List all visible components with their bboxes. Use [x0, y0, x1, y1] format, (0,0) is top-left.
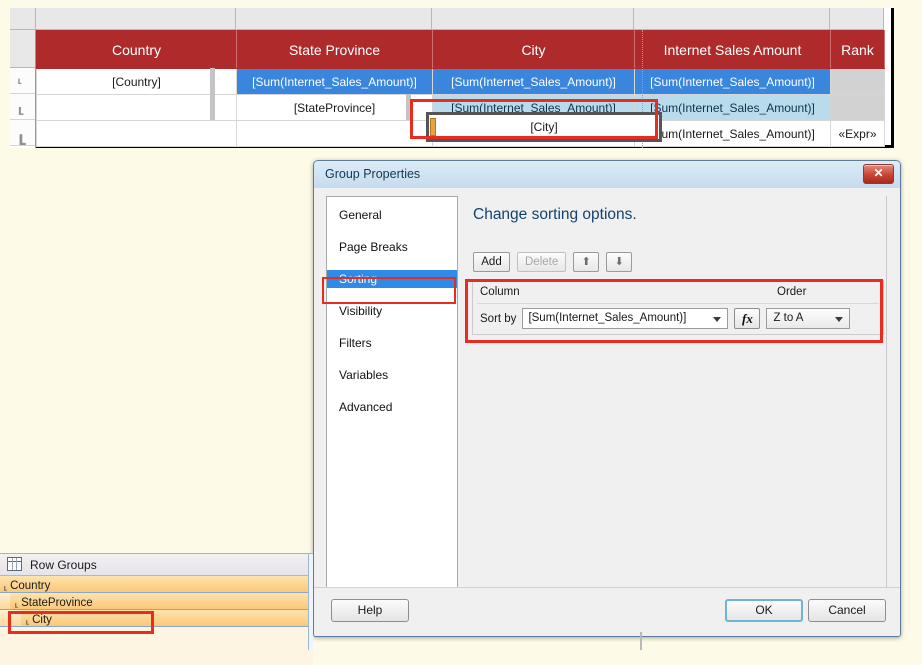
sorting-options-pane: Change sorting options. Add Delete ⬆ ⬇ C… — [469, 196, 887, 594]
column-handle-sales[interactable] — [634, 8, 830, 30]
column-handle-rank[interactable] — [830, 8, 884, 30]
group-bracket-icon: ⸤ — [14, 594, 20, 609]
header-cell-sales[interactable]: Internet Sales Amount — [634, 30, 831, 69]
header-cell-city[interactable]: City — [432, 30, 635, 69]
column-handle-strip[interactable] — [10, 8, 894, 30]
status-bar-tick — [640, 632, 642, 650]
delete-button: Delete — [517, 252, 567, 272]
header-cell-country[interactable]: Country — [36, 30, 237, 69]
tablix-corner-handle[interactable] — [10, 8, 36, 30]
row-group-gutter-bar — [210, 68, 215, 120]
nav-item-page-breaks[interactable]: Page Breaks — [327, 238, 457, 256]
nav-item-variables[interactable]: Variables — [327, 366, 457, 384]
dialog-footer: Help OK Cancel — [314, 587, 900, 636]
cell-country-city-sum[interactable]: [Sum(Internet_Sales_Amount)] — [432, 68, 635, 95]
ok-button[interactable]: OK — [725, 599, 803, 622]
group-properties-dialog[interactable]: Group Properties ✕ General Page Breaks S… — [313, 160, 901, 637]
sort-toolbar[interactable]: Add Delete ⬆ ⬇ — [473, 252, 633, 272]
tablix-designer[interactable]: ⸤ ⸤ ⸤ Country State Province City Intern… — [10, 8, 894, 148]
dialog-nav-list[interactable]: General Page Breaks Sorting Visibility F… — [326, 196, 458, 594]
row-group-gutter-bar-2 — [406, 94, 411, 120]
row-handle-header[interactable] — [10, 30, 35, 68]
nav-item-visibility[interactable]: Visibility — [327, 302, 457, 320]
row-group-item-stateprovince[interactable]: ⸤ StateProvince — [0, 593, 313, 610]
chevron-down-icon[interactable] — [713, 317, 722, 322]
row-group-item-label: StateProvince — [21, 597, 93, 609]
textbox-resize-guide — [656, 116, 658, 138]
cell-country-sales-sum[interactable]: [Sum(Internet_Sales_Amount)] — [634, 68, 831, 95]
nav-item-sorting[interactable]: Sorting — [327, 270, 457, 288]
cancel-button[interactable]: Cancel — [808, 599, 886, 622]
cell-state-rank[interactable] — [830, 94, 885, 121]
row-groups-header: Row Groups — [0, 554, 313, 576]
header-cell-state-province[interactable]: State Province — [236, 30, 433, 69]
help-button[interactable]: Help — [331, 599, 409, 622]
row-groups-panel[interactable]: Row Groups ⸤ Country ⸤ StateProvince ⸤ City — [0, 553, 313, 665]
table-row: [Country] [Sum(Internet_Sales_Amount)] [… — [36, 68, 885, 95]
textbox-adorner-handle[interactable] — [430, 118, 436, 136]
selected-city-textbox[interactable]: [City] — [426, 112, 662, 142]
row-handle-city[interactable]: ⸤ — [10, 115, 35, 148]
cell-city-rank-expr[interactable]: «Expr» — [830, 120, 885, 147]
dialog-body: General Page Breaks Sorting Visibility F… — [314, 188, 900, 636]
chevron-down-icon[interactable] — [835, 317, 844, 322]
row-group-item-label: City — [32, 614, 52, 626]
row-group-item-country[interactable]: ⸤ Country — [0, 576, 313, 593]
cell-city-sales-sum[interactable]: [Sum(Internet_Sales_Amount)] — [634, 120, 831, 147]
grid-icon — [7, 557, 22, 571]
group-bracket-icon: ⸤ — [25, 611, 31, 626]
sort-order-value: Z to A — [773, 312, 804, 324]
row-group-item-label: Country — [10, 580, 51, 592]
tablix-header-row: Country State Province City Internet Sal… — [36, 30, 885, 69]
move-up-icon[interactable]: ⬆ — [573, 252, 600, 272]
cell-country-rank[interactable] — [830, 68, 885, 95]
cell-state-value[interactable]: [StateProvince] — [236, 94, 433, 121]
header-cell-rank[interactable]: Rank — [830, 30, 885, 69]
dialog-title: Group Properties — [325, 167, 421, 181]
sort-expressions-group: Column Order Sort by [Sum(Internet_Sales… — [472, 280, 884, 335]
row-handle-strip[interactable]: ⸤ ⸤ ⸤ — [10, 30, 36, 148]
nav-item-general[interactable]: General — [327, 206, 457, 224]
column-handle-country[interactable] — [36, 8, 236, 30]
order-header-label: Order — [777, 286, 807, 298]
row-groups-title: Row Groups — [30, 558, 97, 572]
nav-item-advanced[interactable]: Advanced — [327, 398, 457, 416]
sort-order-combobox[interactable]: Z to A — [766, 308, 851, 329]
add-button[interactable]: Add — [473, 252, 510, 272]
row-groups-right-edge — [308, 554, 313, 650]
group-bracket-icon: ⸤ — [3, 577, 9, 592]
sort-expression-row[interactable]: Sort by [Sum(Internet_Sales_Amount)] fx … — [480, 308, 851, 329]
header-divider — [477, 303, 879, 304]
row-groups-list[interactable]: ⸤ Country ⸤ StateProvince ⸤ City — [0, 576, 313, 665]
cell-city-state[interactable] — [236, 120, 433, 147]
pane-title: Change sorting options. — [473, 206, 637, 223]
selected-city-textbox-label: [City] — [530, 120, 558, 134]
sort-column-combobox[interactable]: [Sum(Internet_Sales_Amount)] — [522, 308, 729, 329]
cell-country-state-sum[interactable]: [Sum(Internet_Sales_Amount)] — [236, 68, 433, 95]
sort-column-value: [Sum(Internet_Sales_Amount)] — [528, 312, 687, 324]
group-bracket-icon: ⸤ — [17, 70, 23, 86]
cell-city-country[interactable] — [36, 120, 237, 147]
cell-state-country[interactable] — [36, 94, 237, 121]
row-groups-empty-area — [0, 627, 313, 665]
column-handle-city[interactable] — [432, 8, 634, 30]
cell-state-sales-sum[interactable]: [Sum(Internet_Sales_Amount)] — [634, 94, 831, 121]
close-icon[interactable]: ✕ — [863, 164, 894, 184]
column-handle-state-province[interactable] — [236, 8, 432, 30]
nav-item-filters[interactable]: Filters — [327, 334, 457, 352]
cell-country-value[interactable]: [Country] — [36, 68, 237, 95]
row-handle-country[interactable]: ⸤ — [10, 68, 35, 94]
sort-by-label: Sort by — [480, 312, 517, 325]
group-bracket-icon: ⸤ — [17, 92, 26, 117]
group-bracket-icon: ⸤ — [17, 115, 29, 148]
move-down-icon[interactable]: ⬇ — [606, 252, 633, 272]
expression-button[interactable]: fx — [734, 308, 761, 329]
row-group-item-city[interactable]: ⸤ City — [0, 610, 313, 627]
column-header-label: Column — [480, 286, 520, 298]
dialog-title-bar[interactable]: Group Properties ✕ — [314, 161, 900, 189]
report-design-surface[interactable]: ⸤ ⸤ ⸤ Country State Province City Intern… — [0, 0, 922, 156]
